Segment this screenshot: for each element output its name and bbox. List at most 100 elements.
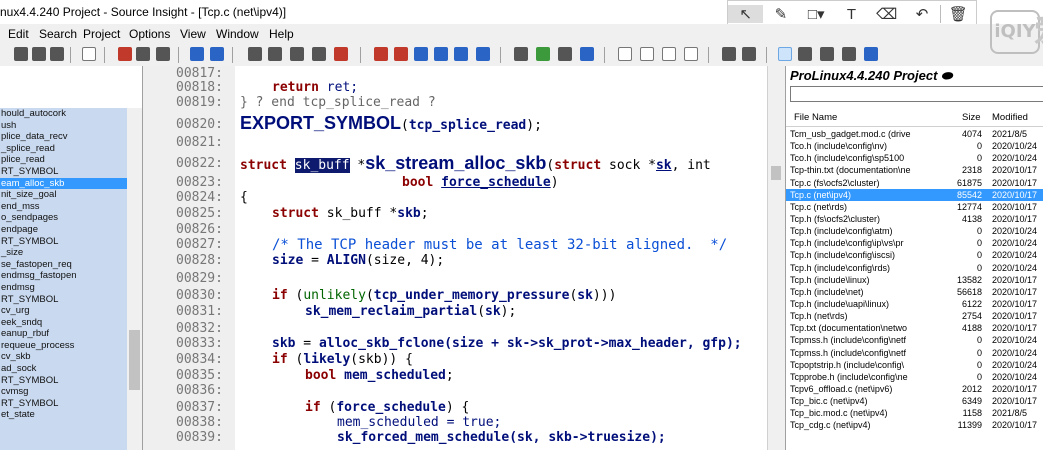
file-row[interactable]: Tcp_bic.c (net\ipv4) 6349 2020/10/17 <box>786 395 1043 407</box>
symbol-list-item[interactable]: nit_size_goal <box>0 189 127 201</box>
project-window-icon[interactable] <box>778 47 792 61</box>
file-row[interactable]: Tcp.h (include\net) 56618 2020/10/17 <box>786 286 1043 298</box>
file-row[interactable]: Tco.h (include\config\sp5100 0 2020/10/24 <box>786 152 1043 164</box>
file-row[interactable]: Tco.h (include\config\nv) 0 2020/10/24 <box>786 140 1043 152</box>
file-row[interactable]: Tcp.h (include\config\ip\vs\pr 0 2020/10/2… <box>786 237 1043 249</box>
file-row[interactable]: Tcp.h (include\linux) 13582 2020/10/17 <box>786 274 1043 286</box>
cascade-window-icon[interactable] <box>684 47 698 61</box>
symbol-list-item[interactable]: eam_alloc_skb <box>0 177 127 190</box>
search-icon[interactable] <box>248 47 262 61</box>
symbol-list-item[interactable]: ush <box>0 120 127 132</box>
symbol-list-item[interactable]: ad_sock <box>0 363 127 375</box>
symbol-list-item[interactable]: cvmsg <box>0 386 127 398</box>
column-file-name[interactable]: File Name <box>794 110 837 126</box>
symbol-list-item[interactable]: plice_read <box>0 154 127 166</box>
menu-help[interactable]: Help <box>269 24 294 44</box>
save-as-icon[interactable] <box>32 47 46 61</box>
symbol-list-item[interactable]: requeue_process <box>0 340 127 352</box>
symbol-list-item[interactable]: cv_urg <box>0 305 127 317</box>
file-row[interactable]: Tcp_cdg.c (net\ipv4) 11399 2020/10/17 <box>786 419 1043 431</box>
scrollbar-thumb[interactable] <box>129 330 140 390</box>
replace-icon[interactable] <box>334 47 348 61</box>
symbol-list-item[interactable]: se_fastopen_req <box>0 259 127 271</box>
symbol-list-item[interactable]: _size <box>0 247 127 259</box>
menu-window[interactable]: Window <box>216 24 259 44</box>
jump-icon[interactable] <box>454 47 468 61</box>
context-icon[interactable] <box>536 47 550 61</box>
relation-icon[interactable] <box>580 47 594 61</box>
lookup-icon[interactable] <box>558 47 572 61</box>
file-list[interactable]: Tcm_usb_gadget.mod.c (drive 4074 2021/8/5 T… <box>786 128 1043 432</box>
window-layout-icon[interactable] <box>618 47 632 61</box>
symbol-list-item[interactable]: eanup_rbuf <box>0 328 127 340</box>
symbol-list-item[interactable]: eek_sndq <box>0 317 127 329</box>
symbol-list-item[interactable]: cv_skb <box>0 351 127 363</box>
column-size[interactable]: Size <box>962 110 980 126</box>
file-row[interactable]: Tcpv6_offload.c (net\ipv6) 2012 2020/10/17 <box>786 383 1043 395</box>
redo-icon[interactable] <box>210 47 224 61</box>
clip-window-icon[interactable] <box>864 47 878 61</box>
paste-icon[interactable] <box>156 47 170 61</box>
selected-symbol[interactable]: sk_buff <box>294 158 350 173</box>
scrollbar-thumb[interactable] <box>771 166 781 180</box>
file-row[interactable]: Tcp.h (include\config\iscsi) 0 2020/10/24 <box>786 249 1043 261</box>
menu-search[interactable]: Search <box>39 24 77 44</box>
symbol-list-scrollbar[interactable] <box>127 108 142 450</box>
file-row[interactable]: Tcp.h (net\rds) 2754 2020/10/17 <box>786 310 1043 322</box>
undo-icon[interactable]: ↶ <box>904 5 939 23</box>
cursor-icon[interactable]: ↖ <box>728 5 764 23</box>
symbol-list-item[interactable]: plice_data_recv <box>0 131 127 143</box>
project-filter-input[interactable] <box>790 86 1043 102</box>
symbol-list-item[interactable]: _splice_read <box>0 143 127 155</box>
file-row[interactable]: Tcpmss.h (include\config\netf 0 2020/10/24 <box>786 347 1043 359</box>
symbol-list-item[interactable]: end_mss <box>0 201 127 213</box>
cut-icon[interactable] <box>118 47 132 61</box>
symbol-list-item[interactable]: RT_SYMBOL <box>0 236 127 248</box>
search-forward-icon[interactable] <box>312 47 326 61</box>
menu-view[interactable]: View <box>180 24 206 44</box>
file-row[interactable]: Tcp.c (net\rds) 12774 2020/10/17 <box>786 201 1043 213</box>
symbol-list-item[interactable]: endmsg <box>0 282 127 294</box>
pen-icon[interactable]: ✎ <box>763 5 798 23</box>
context-help-icon[interactable] <box>742 47 756 61</box>
file-row[interactable]: Tcp-thin.txt (documentation\ne 2318 2020/1… <box>786 164 1043 176</box>
trash-icon[interactable]: 🗑 <box>941 5 976 23</box>
symbol-list-item[interactable]: o_sendpages <box>0 212 127 224</box>
file-row[interactable]: Tcm_usb_gadget.mod.c (drive 4074 2021/8/5 <box>786 128 1043 140</box>
relation-window-icon[interactable] <box>820 47 834 61</box>
go-back-icon[interactable] <box>414 47 428 61</box>
file-row[interactable]: Tcp.h (include\uapi\linux) 6122 2020/10/17 <box>786 298 1043 310</box>
copy-icon[interactable] <box>136 47 150 61</box>
symbol-list-item[interactable]: RT_SYMBOL <box>0 398 127 410</box>
file-row[interactable]: Tcpmss.h (include\config\netf 0 2020/10/24 <box>786 334 1043 346</box>
symbol-list-item[interactable]: endpage <box>0 224 127 236</box>
tile-window-icon[interactable] <box>662 47 676 61</box>
split-window-icon[interactable] <box>640 47 654 61</box>
symbol-info-icon[interactable] <box>514 47 528 61</box>
symbol-list-item[interactable]: RT_SYMBOL <box>0 166 127 178</box>
symbol-list-item[interactable]: hould_autocork <box>0 108 127 120</box>
menu-project[interactable]: Project <box>83 24 120 44</box>
code-editor[interactable]: 00817: 00818: 00819: 00820: 00821: 00822… <box>143 66 767 450</box>
file-row[interactable]: Tcpoptstrip.h (include\config\ 0 2020/10/2… <box>786 359 1043 371</box>
file-row[interactable]: Tcp.c (fs\ocfs2\cluster) 61875 2020/10/17 <box>786 177 1043 189</box>
jump-list-icon[interactable] <box>476 47 490 61</box>
bookmark-list-icon[interactable] <box>394 47 408 61</box>
search-files-icon[interactable] <box>268 47 282 61</box>
undo-icon[interactable] <box>190 47 204 61</box>
symbol-list-item[interactable]: endmsg_fastopen <box>0 270 127 282</box>
editor-scrollbar[interactable] <box>767 66 784 450</box>
menu-options[interactable]: Options <box>129 24 170 44</box>
search-back-icon[interactable] <box>290 47 304 61</box>
menu-edit[interactable]: Edit <box>8 24 29 44</box>
file-row[interactable]: Tcp.txt (documentation\netwo 4188 2020/10/… <box>786 322 1043 334</box>
save-all-icon[interactable] <box>50 47 64 61</box>
symbol-window-icon[interactable] <box>798 47 812 61</box>
text-icon[interactable]: T <box>834 6 869 23</box>
symbol-list-item[interactable]: RT_SYMBOL <box>0 294 127 306</box>
symbol-list[interactable]: hould_autocork ush plice_data_recv _splice_… <box>0 108 127 450</box>
eraser-icon[interactable]: ⌫ <box>869 5 904 23</box>
go-forward-icon[interactable] <box>434 47 448 61</box>
file-row[interactable]: Tcp.h (include\config\atm) 0 2020/10/24 <box>786 225 1043 237</box>
bookmark-icon[interactable] <box>374 47 388 61</box>
